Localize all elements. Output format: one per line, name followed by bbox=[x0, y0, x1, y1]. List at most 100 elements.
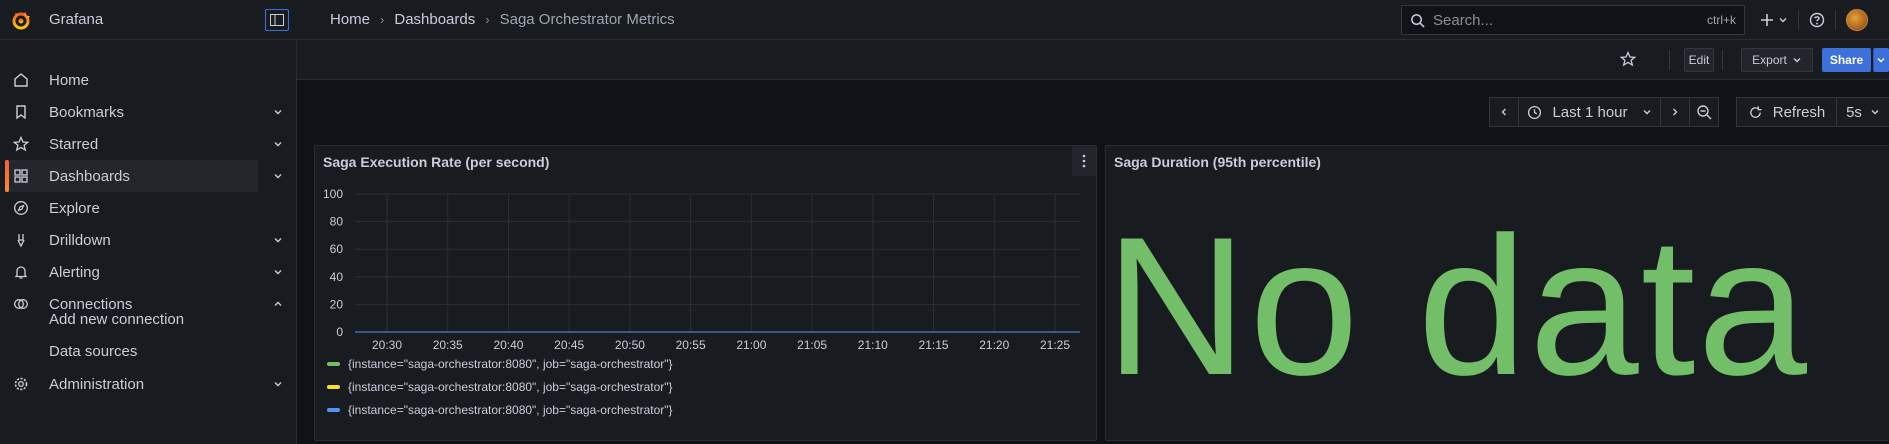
x-tick-label: 20:55 bbox=[676, 338, 706, 352]
chevron-down-icon[interactable] bbox=[272, 138, 284, 150]
search-icon bbox=[1411, 13, 1425, 28]
export-label: Export bbox=[1752, 53, 1787, 67]
divider bbox=[1835, 10, 1836, 30]
help-button[interactable] bbox=[1809, 12, 1825, 28]
new-menu-button[interactable] bbox=[1760, 13, 1788, 27]
share-dropdown-button[interactable] bbox=[1873, 48, 1889, 72]
sidebar-item-label: Administration bbox=[49, 375, 145, 393]
breadcrumb-current: Saga Orchestrator Metrics bbox=[499, 11, 675, 28]
home-icon bbox=[14, 73, 28, 87]
sidebar-item-home[interactable]: Home bbox=[0, 64, 297, 96]
legend-item[interactable]: {instance="saga-orchestrator:8080", job=… bbox=[327, 380, 673, 394]
x-tick-label: 21:25 bbox=[1040, 338, 1070, 352]
sidebar-item-bookmarks[interactable]: Bookmarks bbox=[0, 96, 297, 128]
top-bar-actions bbox=[1760, 0, 1868, 40]
sidebar-subitem-data-sources[interactable]: Data sources bbox=[49, 343, 137, 360]
sidebar-subitem-add-new-connection[interactable]: Add new connection bbox=[49, 311, 184, 328]
chevron-up-icon[interactable] bbox=[272, 298, 284, 310]
sidebar-item-explore[interactable]: Explore bbox=[0, 192, 297, 224]
search-input[interactable]: Search... ctrl+k bbox=[1401, 5, 1745, 35]
chevron-down-icon[interactable] bbox=[272, 170, 284, 182]
time-shift-back-button[interactable] bbox=[1489, 97, 1519, 127]
bookmark-icon bbox=[16, 105, 26, 120]
chevron-down-icon bbox=[1871, 110, 1879, 115]
clock-icon bbox=[1528, 105, 1542, 119]
breadcrumb-dashboards[interactable]: Dashboards bbox=[394, 11, 475, 28]
divider bbox=[1669, 50, 1670, 70]
chevron-down-icon[interactable] bbox=[272, 106, 284, 118]
dashboard-toolbar: Edit Export Share bbox=[297, 40, 1889, 80]
x-tick-label: 20:40 bbox=[493, 338, 523, 352]
search-placeholder: Search... bbox=[1433, 11, 1494, 29]
legend-item[interactable]: {instance="saga-orchestrator:8080", job=… bbox=[327, 357, 673, 371]
star-dashboard-button[interactable] bbox=[1619, 50, 1637, 70]
divider bbox=[1722, 50, 1723, 70]
y-tick-label: 20 bbox=[330, 297, 344, 311]
y-axis: 0 20 40 60 80 100 bbox=[323, 187, 343, 339]
active-item-background bbox=[5, 160, 258, 192]
breadcrumb-home[interactable]: Home bbox=[330, 11, 370, 28]
refresh-interval-picker[interactable]: 5s bbox=[1836, 97, 1889, 127]
chevron-down-icon[interactable] bbox=[272, 234, 284, 246]
legend-item[interactable]: {instance="saga-orchestrator:8080", job=… bbox=[327, 403, 673, 417]
drilldown-icon bbox=[17, 234, 25, 248]
breadcrumb: Home › Dashboards › Saga Orchestrator Me… bbox=[330, 11, 675, 28]
time-range-label: Last 1 hour bbox=[1552, 103, 1628, 121]
sidebar-item-administration[interactable]: Administration bbox=[0, 368, 297, 400]
sidebar-item-label: Drilldown bbox=[49, 231, 111, 249]
sidebar-item-label: Dashboards bbox=[49, 167, 130, 185]
sidebar-item-starred[interactable]: Starred bbox=[0, 128, 297, 160]
bell-icon bbox=[14, 266, 28, 279]
y-tick-label: 80 bbox=[330, 215, 344, 229]
user-avatar[interactable] bbox=[1846, 9, 1868, 31]
grafana-logo-icon[interactable] bbox=[10, 9, 32, 31]
export-button[interactable]: Export bbox=[1741, 48, 1813, 72]
zoom-out-button[interactable] bbox=[1689, 97, 1719, 127]
y-tick-label: 40 bbox=[330, 270, 344, 284]
sidebar-item-drilldown[interactable]: Drilldown bbox=[0, 224, 297, 256]
chevron-right-icon bbox=[1673, 108, 1678, 116]
top-bar: Grafana Home › Dashboards › Saga Orchest… bbox=[0, 0, 1889, 40]
compass-icon bbox=[14, 201, 28, 215]
sidebar-item-label: Home bbox=[49, 71, 90, 89]
legend-swatch bbox=[327, 362, 340, 366]
chevron-left-icon bbox=[1501, 108, 1506, 116]
y-tick-label: 100 bbox=[323, 187, 343, 201]
app-name: Grafana bbox=[49, 11, 104, 28]
legend-swatch bbox=[327, 385, 340, 389]
panel-saga-execution-rate: Saga Execution Rate (per second) 0 20 40 60… bbox=[314, 145, 1097, 441]
apps-icon bbox=[14, 169, 28, 183]
chevron-down-icon bbox=[1793, 58, 1801, 63]
chevron-down-icon[interactable] bbox=[272, 266, 284, 278]
sidebar-item-label: Explore bbox=[49, 199, 100, 217]
sidebar-item-dashboards[interactable]: Dashboards bbox=[0, 160, 297, 192]
active-indicator bbox=[5, 160, 9, 192]
breadcrumb-separator-icon: › bbox=[380, 12, 385, 27]
time-range-picker[interactable]: Last 1 hour bbox=[1518, 97, 1661, 127]
refresh-button[interactable]: Refresh bbox=[1736, 97, 1837, 127]
share-button[interactable]: Share bbox=[1822, 48, 1871, 72]
sidebar-item-label: Connections bbox=[49, 295, 133, 313]
legend-label: {instance="saga-orchestrator:8080", job=… bbox=[348, 357, 673, 371]
chevron-down-icon bbox=[1877, 58, 1885, 63]
zoom-out-icon bbox=[1697, 105, 1712, 120]
legend-label: {instance="saga-orchestrator:8080", job=… bbox=[348, 403, 673, 417]
chevron-down-icon[interactable] bbox=[272, 378, 284, 390]
star-icon bbox=[13, 136, 29, 152]
legend-label: {instance="saga-orchestrator:8080", job=… bbox=[348, 380, 673, 394]
refresh-label: Refresh bbox=[1772, 103, 1826, 121]
sidebar-item-label: Starred bbox=[49, 135, 99, 153]
x-tick-label: 21:20 bbox=[979, 338, 1009, 352]
time-shift-forward-button[interactable] bbox=[1660, 97, 1690, 127]
x-tick-label: 20:35 bbox=[433, 338, 463, 352]
x-tick-label: 20:45 bbox=[554, 338, 584, 352]
dock-icon bbox=[270, 13, 284, 26]
time-series-chart[interactable]: 020406080100 20:30 20:35 20:40 20:45 20:50 20… bbox=[315, 146, 1096, 366]
dock-menu-button[interactable] bbox=[265, 8, 289, 31]
no-data-message: No data bbox=[1105, 196, 1809, 416]
brand: Grafana bbox=[0, 0, 296, 40]
sidebar-item-alerting[interactable]: Alerting bbox=[0, 256, 297, 288]
chevron-down-icon bbox=[1643, 110, 1651, 115]
help-icon bbox=[1809, 12, 1825, 28]
edit-button[interactable]: Edit bbox=[1684, 48, 1714, 72]
